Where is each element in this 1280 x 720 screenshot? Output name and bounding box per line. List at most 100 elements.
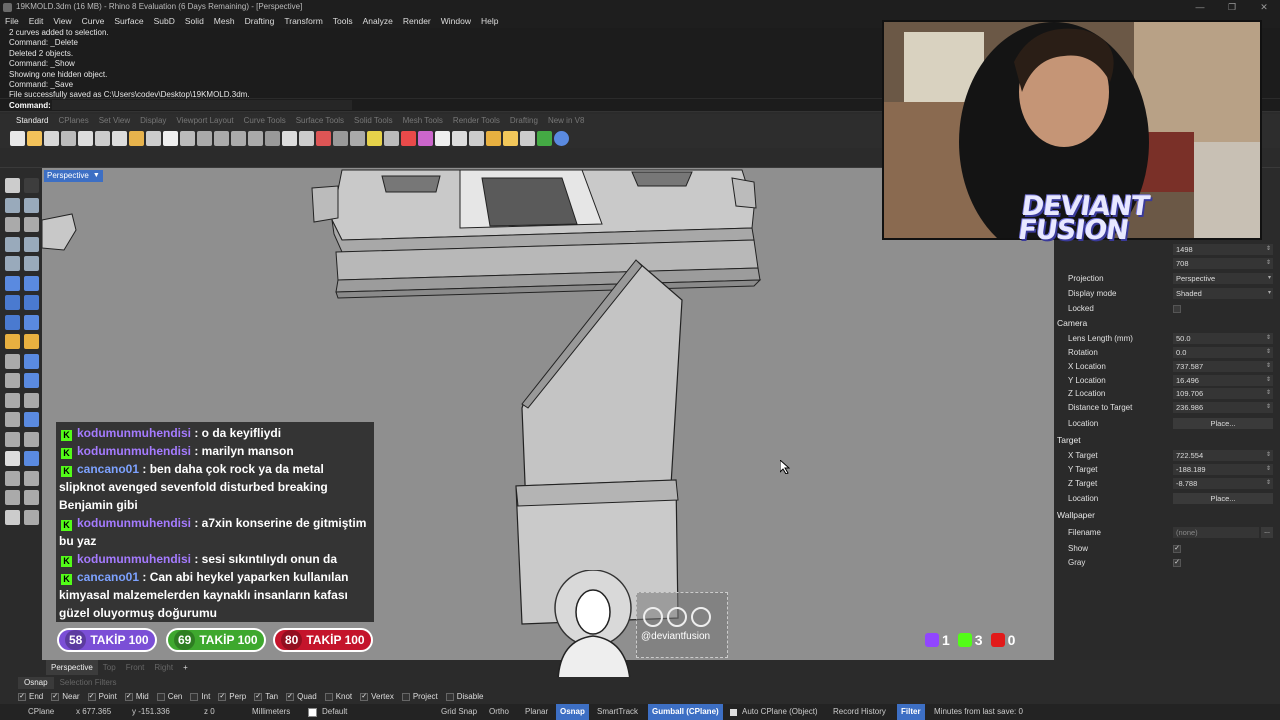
four-viewports-icon[interactable] [282, 130, 297, 146]
osnap-tan[interactable]: ✓ Tan [254, 690, 278, 703]
osnap-project[interactable]: Project [401, 690, 438, 703]
options-icon[interactable] [452, 130, 467, 146]
tab-standard[interactable]: Standard [11, 114, 53, 128]
undo-view-icon[interactable] [265, 130, 280, 146]
tab-viewport-layout[interactable]: Viewport Layout [171, 114, 238, 128]
help-icon[interactable] [554, 130, 569, 146]
tab-osnap[interactable]: Osnap [18, 677, 54, 689]
array-icon[interactable] [5, 451, 20, 466]
rotate-view-icon[interactable] [180, 130, 195, 146]
checkbox[interactable]: ✓ [87, 692, 96, 701]
menu-surface[interactable]: Surface [109, 14, 148, 28]
trim-icon[interactable] [5, 373, 20, 388]
spinner-icon[interactable]: ⇕ [1266, 361, 1271, 372]
osnap-vertex[interactable]: ✓ Vertex [360, 690, 394, 703]
menu-solid[interactable]: Solid [180, 14, 209, 28]
menu-edit[interactable]: Edit [24, 14, 49, 28]
copy-object-icon[interactable] [5, 431, 20, 447]
grid-snap-toggle[interactable]: Grid Snap [441, 704, 477, 720]
spinner-icon[interactable]: ⇕ [1266, 333, 1271, 344]
loft-icon[interactable] [24, 275, 39, 291]
copy-icon[interactable] [112, 130, 127, 146]
shaded-icon[interactable] [316, 130, 331, 146]
checkbox[interactable]: ✓ [218, 692, 227, 701]
grid-icon[interactable] [299, 130, 314, 146]
pan-hand-icon[interactable] [163, 130, 178, 146]
open-file-icon[interactable] [27, 130, 42, 146]
auto-cplane-toggle[interactable]: Auto CPlane (Object) [742, 704, 818, 720]
plugin-icon[interactable] [537, 130, 552, 146]
osnap-cen[interactable]: Cen [156, 690, 182, 703]
zoom-selected-icon[interactable] [248, 130, 263, 146]
tab-cplanes[interactable]: CPlanes [53, 114, 93, 128]
projection-select[interactable]: Perspective ▾ [1173, 273, 1273, 284]
print-icon[interactable] [61, 130, 76, 146]
group-icon[interactable] [24, 470, 39, 486]
tab-render-tools[interactable]: Render Tools [448, 114, 505, 128]
mesh-icon[interactable] [5, 353, 20, 369]
command-input[interactable] [52, 100, 352, 110]
osnap-perp[interactable]: ✓ Perp [218, 690, 246, 703]
explode-icon[interactable] [24, 392, 39, 408]
spinner-icon[interactable]: ⇕ [1266, 450, 1271, 461]
menu-help[interactable]: Help [476, 14, 503, 28]
camera-place-button[interactable]: Place... [1173, 418, 1273, 429]
smarttrack-toggle[interactable]: SmartTrack [597, 704, 638, 720]
youtube-icon[interactable] [667, 607, 687, 627]
osnap-mid[interactable]: ✓ Mid [124, 690, 149, 703]
tab-perspective[interactable]: Perspective [46, 660, 98, 675]
tab-set-view[interactable]: Set View [94, 114, 135, 128]
menu-tools[interactable]: Tools [328, 14, 358, 28]
check-icon[interactable] [5, 490, 20, 505]
current-layer[interactable]: Default [322, 704, 347, 720]
sphere-icon[interactable] [24, 295, 39, 310]
dimension-icon[interactable] [24, 451, 39, 466]
spinner-icon[interactable]: ⇕ [1266, 375, 1271, 386]
show-checkbox[interactable]: ✓ [1173, 545, 1181, 553]
checkbox[interactable] [156, 692, 165, 701]
menu-drafting[interactable]: Drafting [240, 14, 280, 28]
x-location-field[interactable]: 737.587 ⇕ [1173, 361, 1273, 372]
cut-icon[interactable] [95, 130, 110, 146]
tab-new-in-v8[interactable]: New in V8 [543, 114, 589, 128]
checkbox[interactable] [445, 692, 454, 701]
osnap-int[interactable]: Int [190, 690, 210, 703]
osnap-near[interactable]: ✓ Near [51, 690, 80, 703]
select-arrow-icon[interactable] [5, 178, 20, 193]
analyze-icon[interactable] [5, 470, 20, 486]
tab-right[interactable]: Right [149, 660, 178, 675]
spinner-icon[interactable]: ⇕ [1266, 244, 1271, 255]
undo-icon[interactable] [146, 130, 161, 146]
surface-icon[interactable] [5, 275, 20, 291]
select-icon[interactable] [350, 130, 365, 146]
x-target-field[interactable]: 722.554 ⇕ [1173, 450, 1273, 461]
rectangle-icon[interactable] [24, 236, 39, 252]
arc-icon[interactable] [5, 236, 20, 252]
menu-view[interactable]: View [48, 14, 76, 28]
boolean-icon[interactable] [5, 334, 20, 349]
height-field[interactable]: 708 ⇕ [1173, 258, 1273, 269]
cylinder-icon[interactable] [5, 314, 20, 330]
osnap-disable[interactable]: Disable [445, 690, 483, 703]
osnap-point[interactable]: ✓ Point [87, 690, 117, 703]
checkbox[interactable]: ✓ [360, 692, 369, 701]
close-button[interactable]: ✕ [1248, 0, 1280, 14]
checkbox[interactable]: ✓ [18, 692, 26, 701]
import-icon[interactable] [78, 130, 93, 146]
checkbox[interactable] [401, 692, 410, 701]
tab-top[interactable]: Top [98, 660, 121, 675]
point-icon[interactable] [5, 197, 20, 213]
distance-field[interactable]: 236.986 ⇕ [1173, 402, 1273, 413]
spinner-icon[interactable]: ⇕ [1266, 402, 1271, 413]
tab-display[interactable]: Display [135, 114, 171, 128]
osnap-quad[interactable]: ✓ Quad [286, 690, 317, 703]
move-icon[interactable] [5, 412, 20, 427]
menu-mesh[interactable]: Mesh [209, 14, 240, 28]
zoom-icon[interactable] [197, 130, 212, 146]
menu-subd[interactable]: SubD [149, 14, 180, 28]
menu-render[interactable]: Render [398, 14, 436, 28]
checkbox[interactable]: ✓ [254, 692, 263, 701]
rotation-field[interactable]: 0.0 ⇕ [1173, 347, 1273, 358]
split-icon[interactable] [24, 373, 39, 388]
z-location-field[interactable]: 109.706 ⇕ [1173, 388, 1273, 399]
